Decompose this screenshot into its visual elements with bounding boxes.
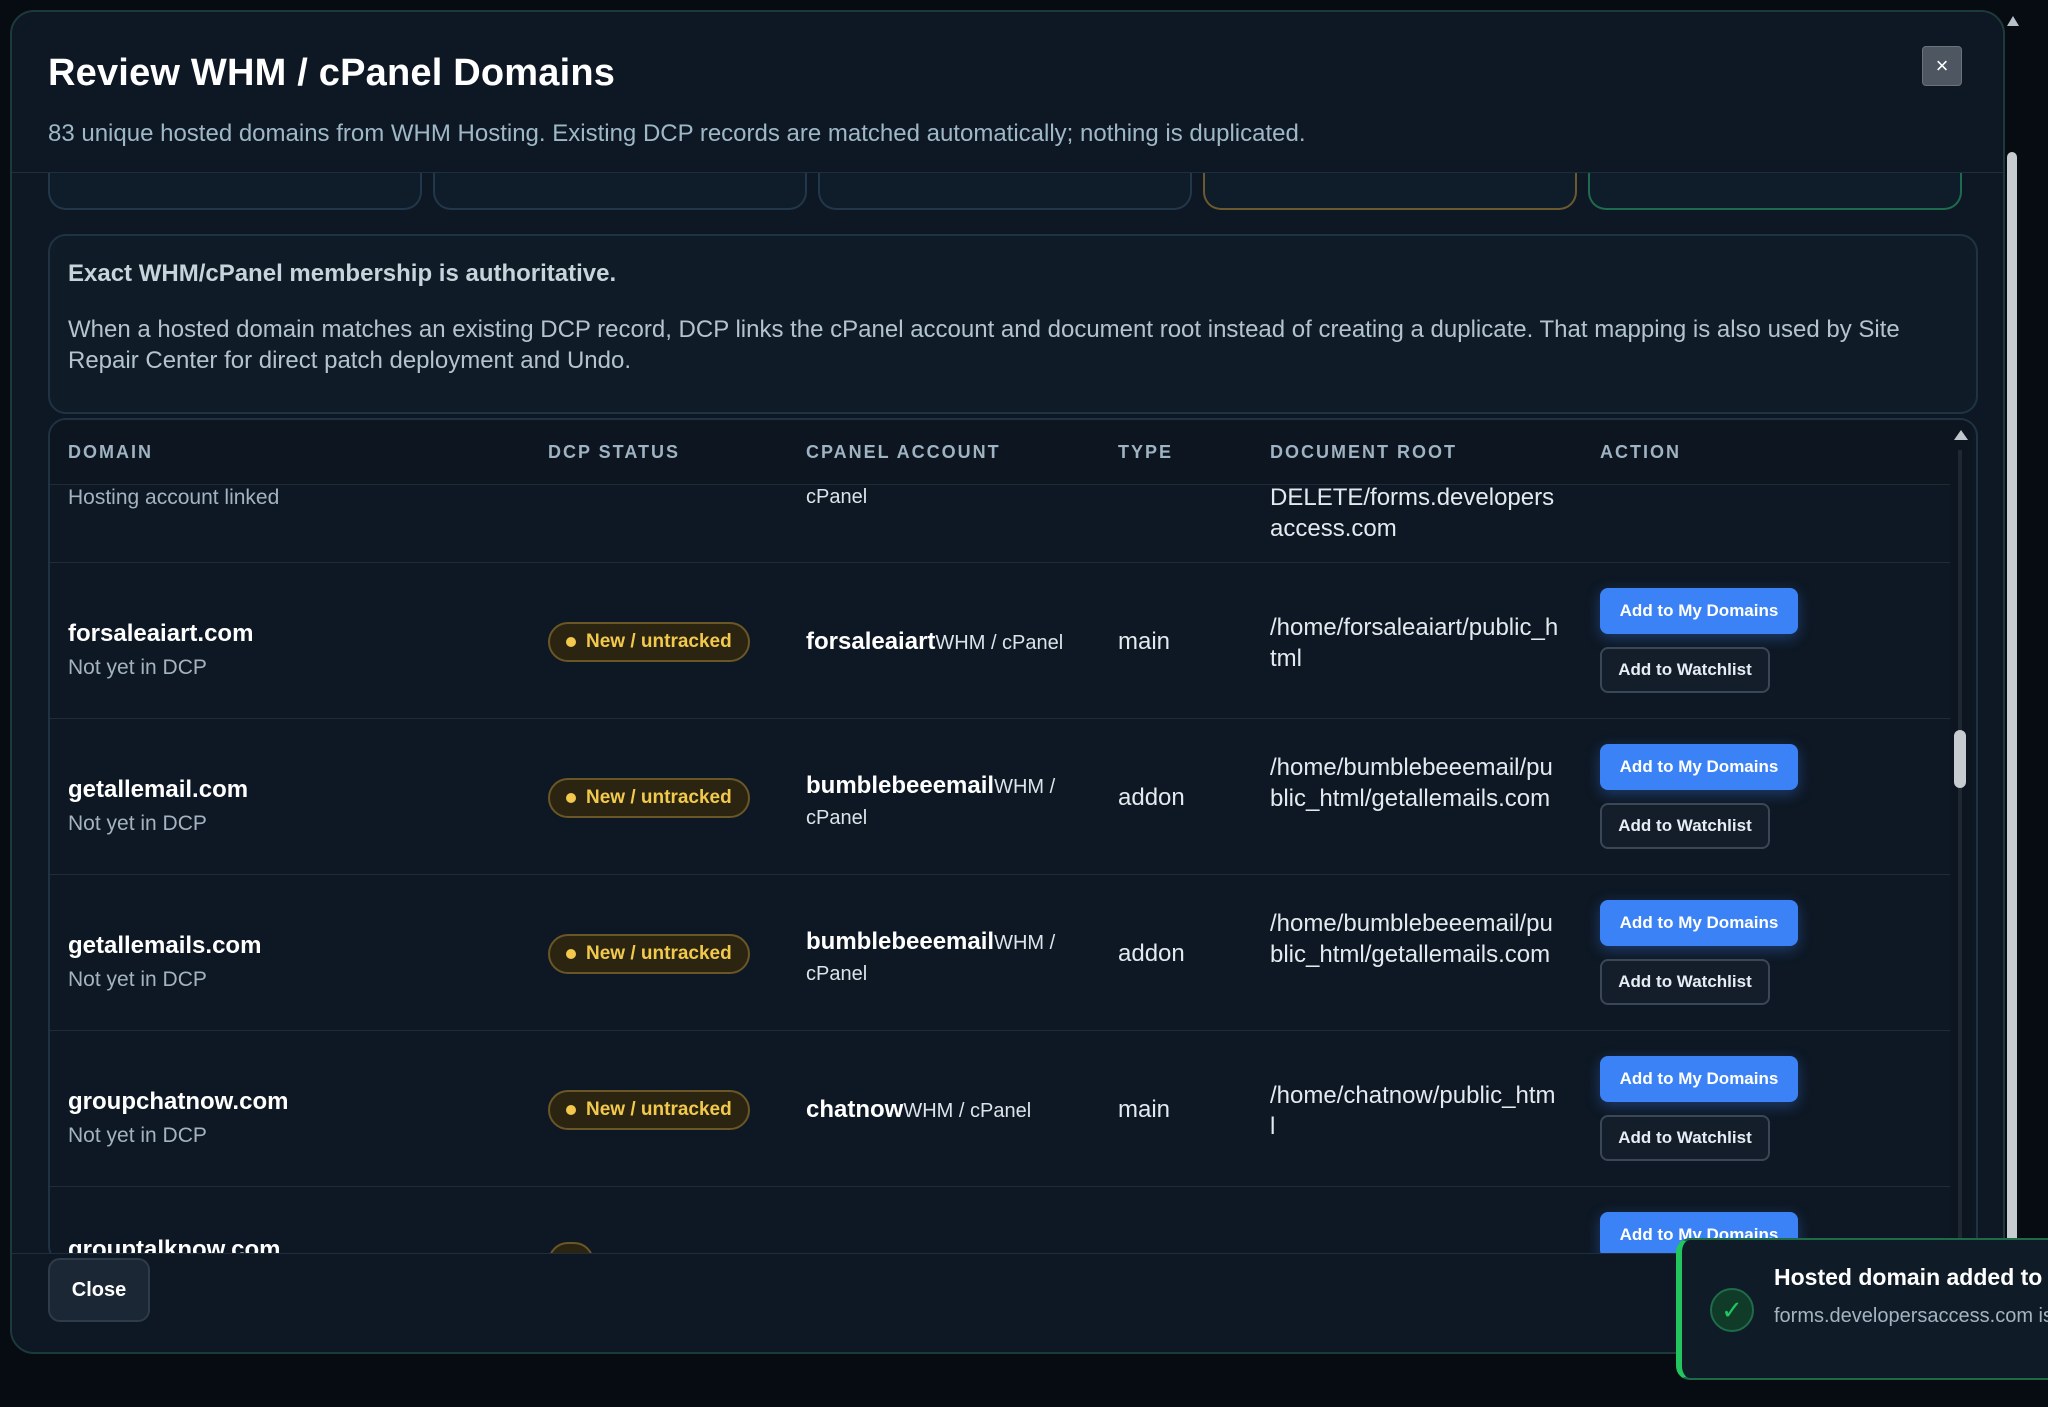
modal-header: Review WHM / cPanel Domains 83 unique ho…: [12, 12, 2003, 173]
domain-name: forsaleaiart.com: [68, 620, 254, 647]
domain-sub: Not yet in DCP: [68, 968, 207, 991]
close-icon[interactable]: ×: [1922, 46, 1962, 86]
table-scrollbar[interactable]: [1950, 420, 1972, 1262]
scroll-up-icon[interactable]: [1954, 430, 1968, 440]
review-domains-modal: Exact WHM/cPanel membership is authorita…: [10, 10, 2005, 1354]
column-header-type: TYPE: [1118, 442, 1174, 462]
modal-title: Review WHM / cPanel Domains: [48, 52, 616, 94]
modal-scrollbar[interactable]: [2004, 12, 2020, 1354]
membership-info-box: Exact WHM/cPanel membership is authorita…: [48, 234, 1978, 414]
table-row: forsaleaiart.com Not yet in DCP New / un…: [50, 562, 1950, 719]
domain-sub: Hosting account linked: [68, 486, 280, 509]
cpanel-account: chatnowWHM / cPanel: [806, 1096, 1032, 1123]
domain-name: groupchatnow.com: [68, 1088, 289, 1115]
column-header-dcp-status: DCP STATUS: [548, 442, 681, 462]
status-dot-icon: [566, 637, 576, 647]
status-badge: New / untracked: [548, 1090, 750, 1130]
domain-sub: Not yet in DCP: [68, 1124, 207, 1147]
table-header: DOMAIN DCP STATUS CPANEL ACCOUNT TYPE DO…: [50, 420, 1950, 485]
close-button[interactable]: Close: [48, 1258, 150, 1322]
domain-name: getallemails.com: [68, 932, 262, 959]
domain-type: addon: [1118, 940, 1185, 967]
status-badge: New / untracked: [548, 934, 750, 974]
scroll-thumb[interactable]: [2007, 152, 2017, 1252]
status-dot-icon: [566, 949, 576, 959]
status-badge: New / untracked: [548, 622, 750, 662]
status-dot-icon: [566, 793, 576, 803]
domain-type: main: [1118, 1096, 1171, 1123]
add-to-my-domains-button[interactable]: Add to My Domains: [1600, 900, 1798, 946]
info-title: Exact WHM/cPanel membership is authorita…: [68, 260, 617, 287]
add-to-watchlist-button[interactable]: Add to Watchlist: [1600, 647, 1770, 693]
add-to-my-domains-button[interactable]: Add to My Domains: [1600, 1056, 1798, 1102]
domain-type: main: [1118, 628, 1171, 655]
modal-body: Exact WHM/cPanel membership is authorita…: [12, 12, 2003, 1352]
cpanel-account: forsaleaiartWHM / cPanel: [806, 628, 1064, 655]
domain-sub: Not yet in DCP: [68, 656, 207, 679]
add-to-watchlist-button[interactable]: Add to Watchlist: [1600, 1115, 1770, 1161]
document-root: /home/bumblebeeemail/public_html/getalle…: [1270, 910, 1553, 968]
column-header-cpanel-account: CPANEL ACCOUNT: [806, 442, 1001, 462]
domain-type: addon: [1118, 784, 1185, 811]
success-toast: ✓ Hosted domain added to forms.developer…: [1676, 1238, 2048, 1380]
table-row: getallemails.com Not yet in DCP New / un…: [50, 874, 1950, 1031]
scroll-up-icon[interactable]: [2007, 16, 2019, 26]
add-to-watchlist-button[interactable]: Add to Watchlist: [1600, 803, 1770, 849]
domain-name: getallemail.com: [68, 776, 249, 803]
add-to-my-domains-button[interactable]: Add to My Domains: [1600, 744, 1798, 790]
add-to-watchlist-button[interactable]: Add to Watchlist: [1600, 959, 1770, 1005]
info-text: When a hosted domain matches an existing…: [68, 316, 1900, 374]
status-dot-icon: [566, 1105, 576, 1115]
column-header-domain: DOMAIN: [68, 442, 153, 462]
cpanel-account: bumblebeeemailWHM / cPanel: [806, 772, 1056, 829]
document-root: DELETE/forms.developersaccess.com: [1270, 484, 1555, 542]
document-root: /home/bumblebeeemail/public_html/getalle…: [1270, 754, 1553, 812]
add-to-my-domains-button[interactable]: Add to My Domains: [1600, 588, 1798, 634]
toast-text: forms.developersaccess.com is WHM/cPanel…: [1774, 1305, 2048, 1327]
checkmark-icon: ✓: [1710, 1288, 1754, 1332]
column-header-document-root: DOCUMENT ROOT: [1270, 442, 1457, 462]
column-header-action: ACTION: [1600, 442, 1681, 462]
toast-title: Hosted domain added to: [1774, 1264, 2043, 1290]
status-badge: New / untracked: [548, 778, 750, 818]
domain-sub: Not yet in DCP: [68, 812, 207, 835]
table-row: groupchatnow.com Not yet in DCP New / un…: [50, 1030, 1950, 1187]
cpanel-account: bumblebeeemailWHM / cPanel: [806, 928, 1056, 985]
scroll-thumb[interactable]: [1954, 730, 1966, 788]
table-row: getallemail.com Not yet in DCP New / unt…: [50, 718, 1950, 875]
document-root: /home/forsaleaiart/public_html: [1270, 614, 1559, 672]
modal-subtitle: 83 unique hosted domains from WHM Hostin…: [48, 120, 1306, 147]
document-root: /home/chatnow/public_html: [1270, 1082, 1556, 1140]
domains-table: Hosting account linked cPanel DELETE/for…: [48, 418, 1978, 1264]
cpanel-account: cPanel: [806, 486, 868, 508]
